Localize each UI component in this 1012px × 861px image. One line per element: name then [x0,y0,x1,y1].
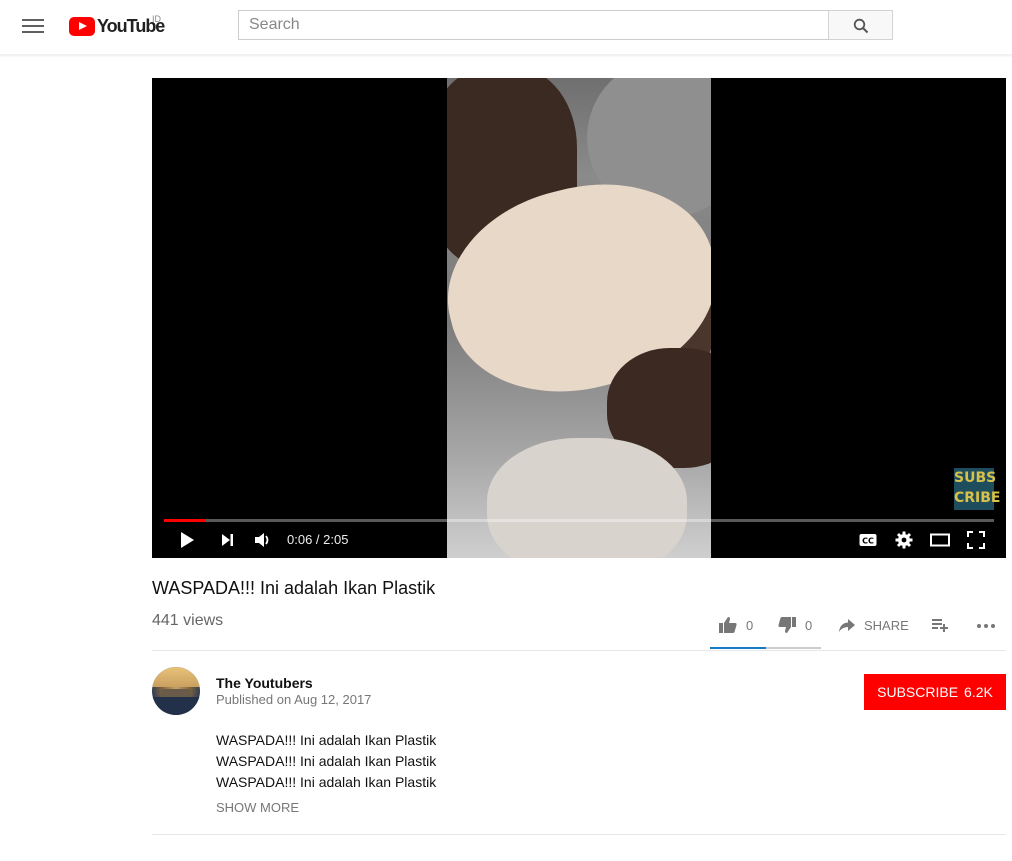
search-button[interactable] [828,10,893,40]
svg-text:CC: CC [862,537,874,546]
subscribe-button[interactable]: SUBSCRIBE 6.2K [864,674,1006,710]
country-code: ID [152,14,161,24]
menu-icon[interactable] [22,16,44,36]
play-icon [181,532,194,548]
description-line: WASPADA!!! Ini adalah Ikan Plastik [216,774,437,790]
fullscreen-icon [967,531,985,549]
channel-name[interactable]: The Youtubers [216,675,313,691]
more-icon [977,624,995,628]
description: WASPADA!!! Ini adalah Ikan Plastik WASPA… [216,730,436,793]
next-button[interactable] [218,526,236,558]
youtube-play-icon [69,16,95,36]
youtube-logo[interactable]: YouTube [69,15,165,37]
captions-button[interactable]: CC [858,526,878,558]
player-controls: 0:06 / 2:05 CC [152,526,1006,558]
search-icon [853,18,869,34]
add-to-playlist-button[interactable] [930,612,950,638]
video-title: WASPADA!!! Ini adalah Ikan Plastik [152,578,436,598]
view-count: 441 views [152,612,224,629]
publish-date: Published on Aug 12, 2017 [216,692,372,707]
search-input[interactable]: Search [238,10,828,40]
settings-button[interactable] [894,526,914,558]
volume-icon [255,533,269,547]
masthead: YouTube ID Search [0,0,1012,55]
like-button[interactable]: 0 [718,612,753,638]
subscriber-count: 6.2K [964,684,993,700]
thumbs-up-icon [719,617,737,633]
captions-icon: CC [859,534,877,546]
description-line: WASPADA!!! Ini adalah Ikan Plastik [216,753,437,769]
divider-bottom [152,834,1006,835]
sentiment-like-fill [710,647,766,649]
theater-mode-icon [930,533,950,547]
sentiment-bar [710,647,821,649]
dislike-button[interactable]: 0 [777,612,812,638]
dislike-count: 0 [805,617,813,633]
add-to-playlist-icon [932,619,948,632]
channel-avatar[interactable] [152,667,200,715]
thumbs-down-icon [778,617,796,633]
video-frame [447,78,711,558]
like-count: 0 [746,617,754,633]
play-button[interactable] [178,526,196,558]
share-icon [839,619,855,632]
fullscreen-button[interactable] [966,526,986,558]
show-more-button[interactable]: SHOW MORE [216,800,299,815]
time-total: 2:05 [323,532,349,547]
divider-top [152,650,1006,651]
share-label: SHARE [864,617,909,633]
more-actions-button[interactable] [976,612,996,638]
time-separator: / [312,532,324,547]
progress-bar[interactable] [164,519,994,522]
watermark-line-1: SUBS [954,470,997,486]
theater-mode-button[interactable] [929,526,951,558]
description-line: WASPADA!!! Ini adalah Ikan Plastik [216,732,437,748]
time-display: 0:06 / 2:05 [287,526,348,554]
next-icon [222,534,233,546]
progress-fill [164,519,206,522]
subscribe-watermark[interactable]: SUBS CRIBE [954,468,1001,510]
video-player[interactable]: SUBS CRIBE 0:06 / 2:05 CC [152,78,1006,558]
share-button[interactable]: SHARE [838,612,909,638]
subscribe-label: SUBSCRIBE [877,684,959,700]
watermark-line-2: CRIBE [954,490,1001,506]
time-current: 0:06 [287,532,313,547]
settings-icon [895,531,913,549]
volume-button[interactable] [252,526,272,558]
